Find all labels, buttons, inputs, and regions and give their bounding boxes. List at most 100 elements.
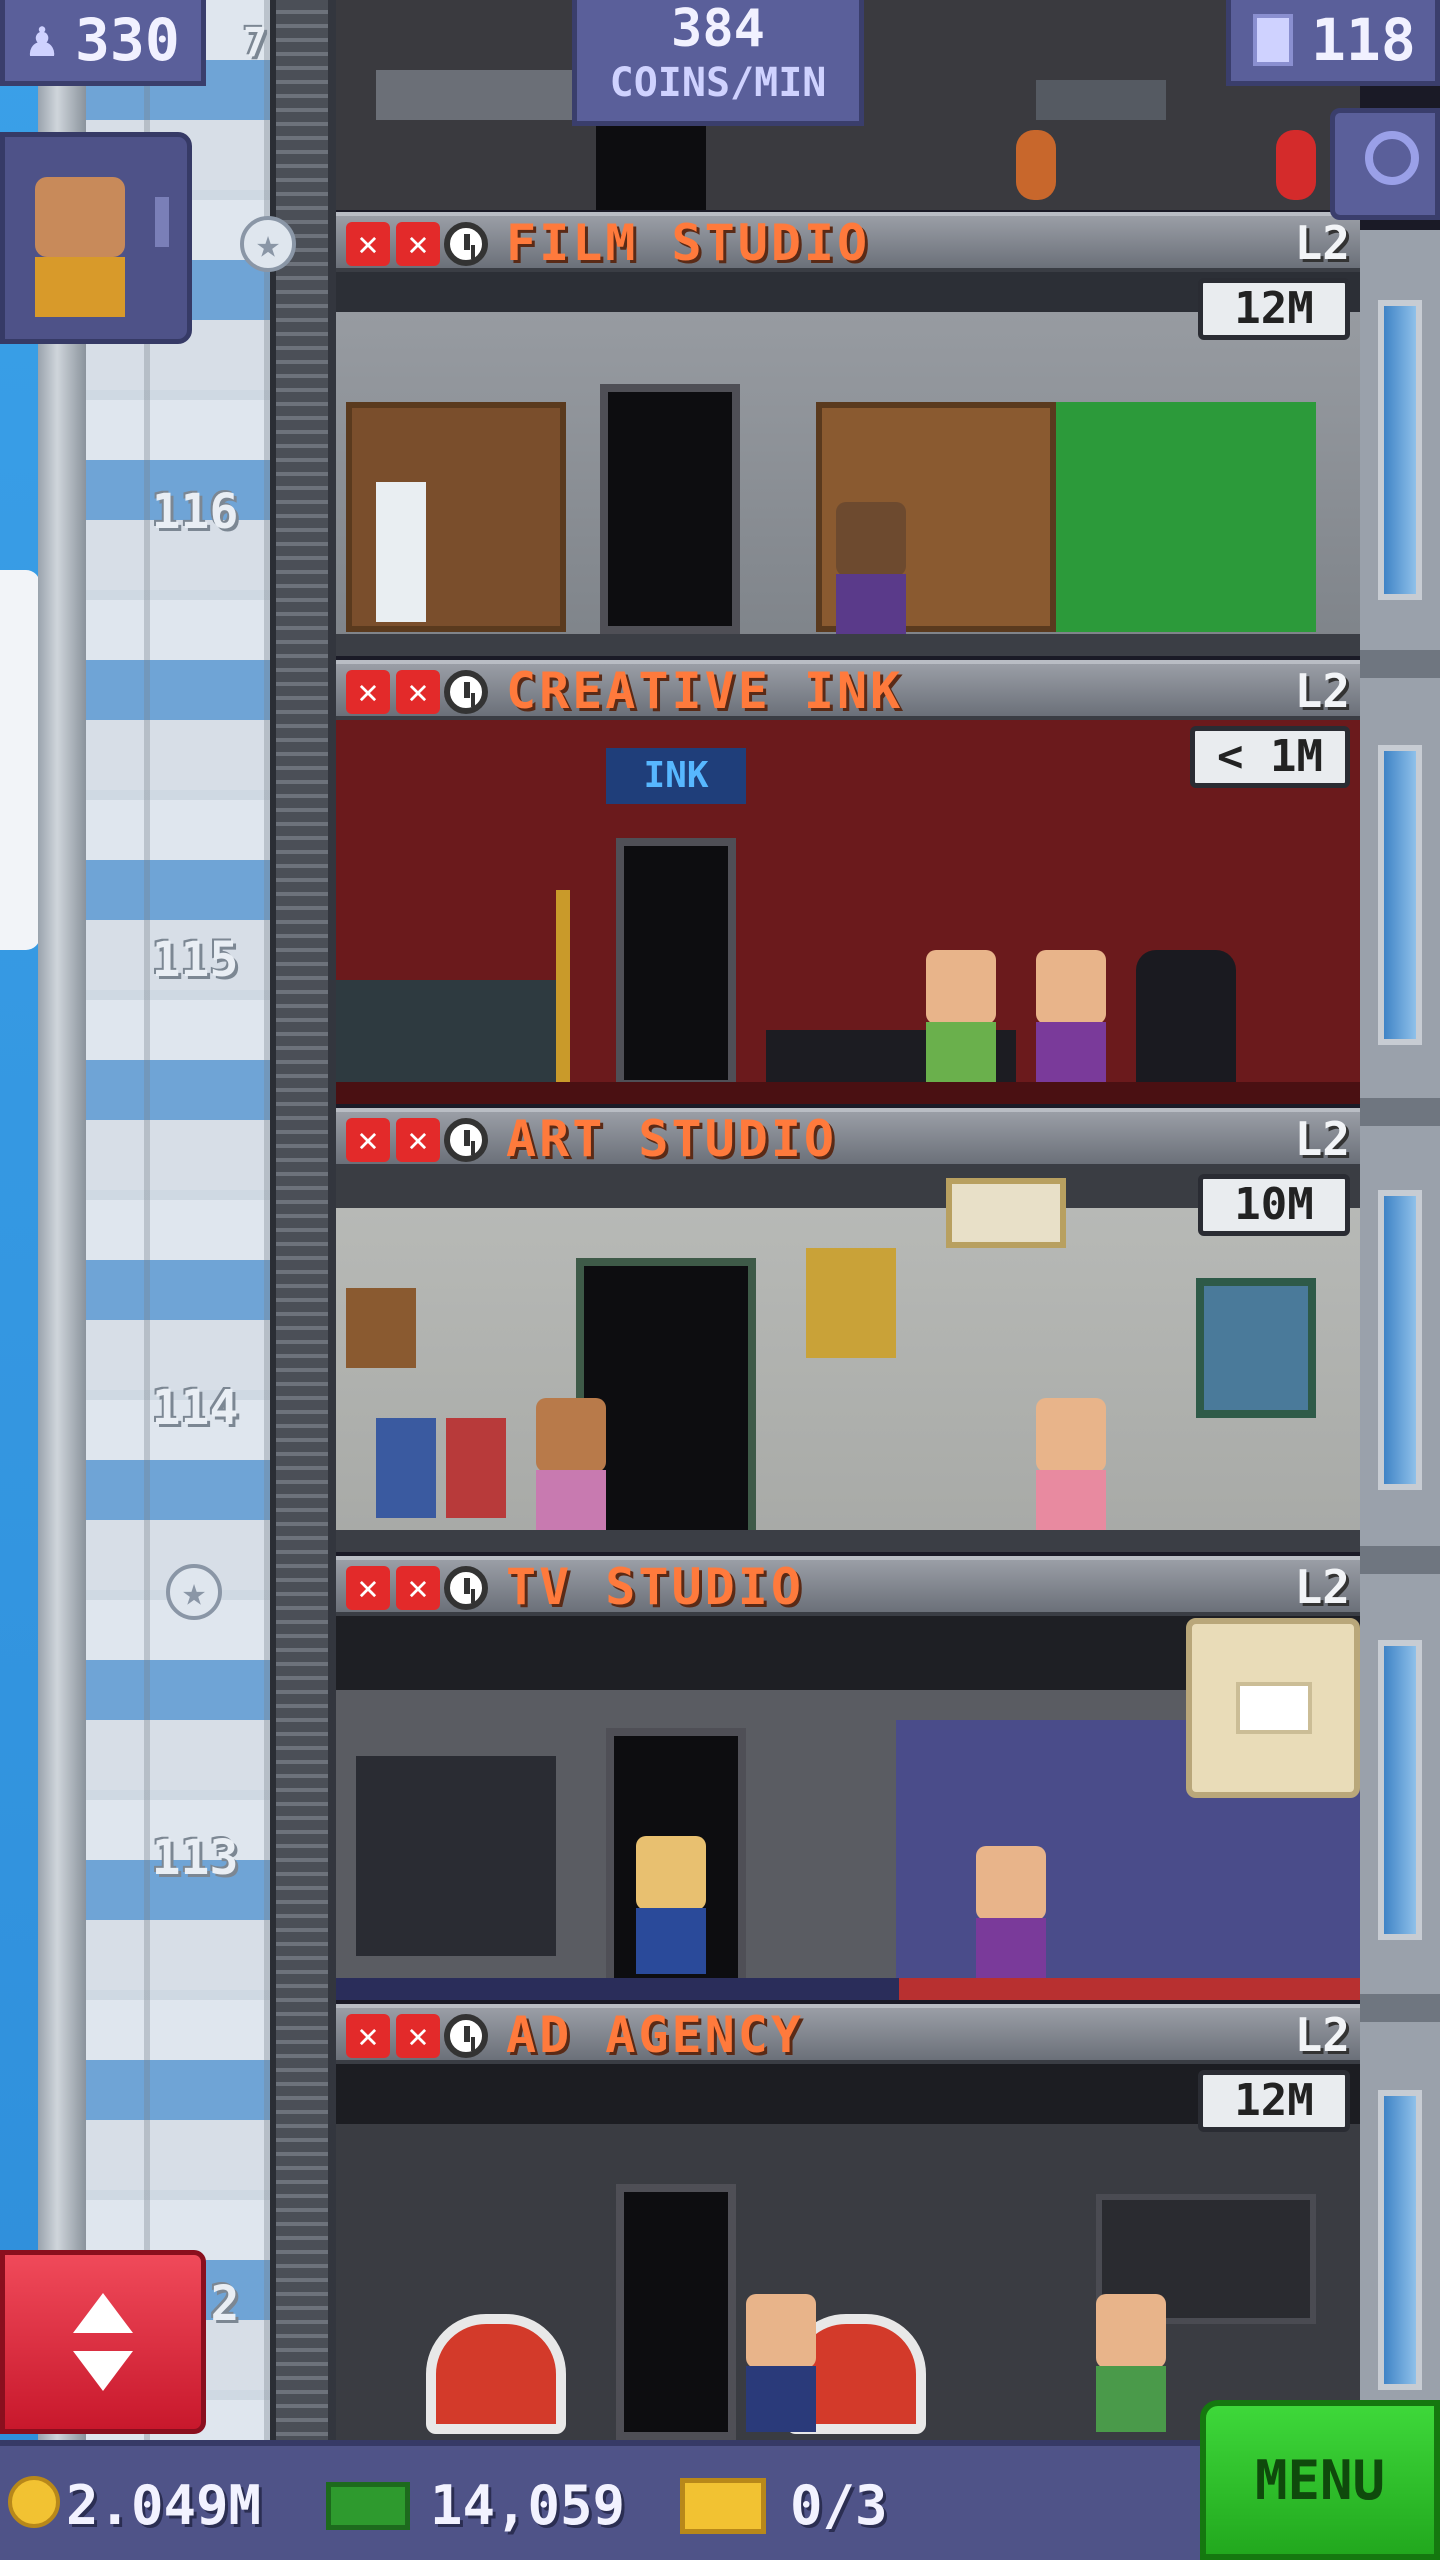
painting	[946, 1178, 1066, 1248]
room-name: TV STUDIO	[506, 1558, 804, 1616]
cloud	[0, 570, 40, 950]
bux-value: 14,059	[430, 2474, 626, 2537]
shelf	[356, 1756, 556, 1956]
room-name: FILM STUDIO	[506, 214, 871, 272]
ticket-icon	[680, 2478, 766, 2534]
room-label-tv-studio[interactable]: ✕ ✕ TV STUDIO L2	[336, 1556, 1360, 1616]
coins-rate-panel: 384 COINS/MIN	[572, 0, 864, 126]
painting	[376, 1418, 436, 1518]
coins-value: 2.049M	[66, 2474, 262, 2537]
room-label-art-studio[interactable]: ✕ ✕ ART STUDIO L2	[336, 1108, 1360, 1168]
elevator-shaft[interactable]	[86, 0, 270, 2450]
clock-icon	[444, 2014, 488, 2058]
x-icon: ✕	[396, 1566, 440, 1610]
room-art-studio[interactable]: 10M	[336, 1168, 1360, 1552]
outer-rail	[38, 0, 86, 2450]
window	[1378, 1190, 1422, 1490]
painting	[346, 1288, 416, 1368]
coin-icon	[8, 2476, 60, 2528]
coins-rate-unit: COINS/MIN	[609, 60, 827, 106]
timer-badge: 12M	[1198, 2070, 1350, 2132]
clock-icon	[444, 1118, 488, 1162]
clock-icon	[444, 222, 488, 266]
water-cooler	[376, 482, 426, 622]
bux-icon	[326, 2482, 410, 2530]
star-icon[interactable]: ★	[166, 1564, 222, 1620]
door	[616, 838, 736, 1088]
room-level: L2	[1294, 1560, 1350, 1614]
star-icon[interactable]: ★	[240, 216, 296, 272]
room-level: L2	[1294, 1112, 1350, 1166]
window	[1196, 1278, 1316, 1418]
crate-icon[interactable]	[1186, 1618, 1360, 1798]
door	[616, 2184, 736, 2440]
person[interactable]	[836, 502, 906, 640]
clock-icon	[444, 670, 488, 714]
person[interactable]	[926, 950, 996, 1088]
avatar	[35, 177, 125, 257]
room-level: L2	[1294, 664, 1350, 718]
person[interactable]	[1036, 1398, 1106, 1536]
floor	[336, 1530, 1360, 1552]
painting	[446, 1418, 506, 1518]
ink-sign: INK	[606, 748, 746, 804]
clock-icon	[444, 1566, 488, 1610]
population-value: 330	[75, 6, 180, 74]
x-icon: ✕	[346, 1118, 390, 1162]
x-icon: ✕	[396, 1118, 440, 1162]
green-screen	[1056, 402, 1316, 632]
vip-visitor-button[interactable]	[0, 132, 192, 344]
person[interactable]	[746, 2294, 816, 2432]
person[interactable]	[636, 1836, 706, 1974]
floor	[336, 1082, 1360, 1104]
population-counter[interactable]: ♟ 330	[0, 0, 206, 86]
window	[1378, 2090, 1422, 2390]
floors-value: 118	[1311, 6, 1416, 74]
room-level: L2	[1294, 2008, 1350, 2062]
floor-number: 7	[242, 20, 268, 66]
x-icon: ✕	[396, 2014, 440, 2058]
window	[1378, 745, 1422, 1045]
desk	[336, 980, 556, 1090]
coins-rate-value: 384	[671, 0, 765, 59]
room-label-creative-ink[interactable]: ✕ ✕ CREATIVE INK L2	[336, 660, 1360, 720]
room-label-ad-agency[interactable]: ✕ ✕ AD AGENCY L2	[336, 2004, 1360, 2064]
timer-badge: 10M	[1198, 1174, 1350, 1236]
lamp	[556, 890, 570, 1090]
x-icon: ✕	[346, 670, 390, 714]
building-icon	[1253, 14, 1293, 66]
elevator-button[interactable]	[0, 2250, 206, 2434]
x-icon: ✕	[346, 2014, 390, 2058]
person[interactable]	[536, 1398, 606, 1536]
window	[1378, 300, 1422, 600]
window	[1378, 1640, 1422, 1940]
x-icon: ✕	[396, 222, 440, 266]
search-button[interactable]	[1330, 108, 1440, 220]
person[interactable]	[976, 1846, 1046, 1984]
search-icon	[1365, 131, 1419, 185]
timer-badge: < 1M	[1190, 726, 1350, 788]
floor	[336, 634, 1360, 656]
menu-button[interactable]: MENU	[1200, 2400, 1440, 2560]
elevator-button-icon	[73, 2293, 133, 2333]
x-icon: ✕	[346, 1566, 390, 1610]
room-name: AD AGENCY	[506, 2006, 804, 2064]
floor-number: 114	[151, 1380, 239, 1436]
egg-chair	[426, 2314, 566, 2434]
x-icon: ✕	[396, 670, 440, 714]
room-name: ART STUDIO	[506, 1110, 838, 1168]
painting	[806, 1248, 896, 1358]
timer-badge: 12M	[1198, 278, 1350, 340]
room-creative-ink[interactable]: < 1M INK	[336, 720, 1360, 1104]
ladder	[270, 0, 336, 2450]
room-name: CREATIVE INK	[506, 662, 904, 720]
room-ad-agency[interactable]: 12M	[336, 2064, 1360, 2440]
room-film-studio[interactable]: 12M	[336, 272, 1360, 656]
person-icon: ♟	[27, 10, 58, 68]
room-label-film-studio[interactable]: ✕ ✕ FILM STUDIO L2	[336, 212, 1360, 272]
person[interactable]	[1036, 950, 1106, 1088]
door	[600, 384, 740, 634]
floors-counter[interactable]: 118	[1226, 0, 1440, 86]
chair	[1136, 950, 1236, 1090]
person[interactable]	[1096, 2294, 1166, 2432]
